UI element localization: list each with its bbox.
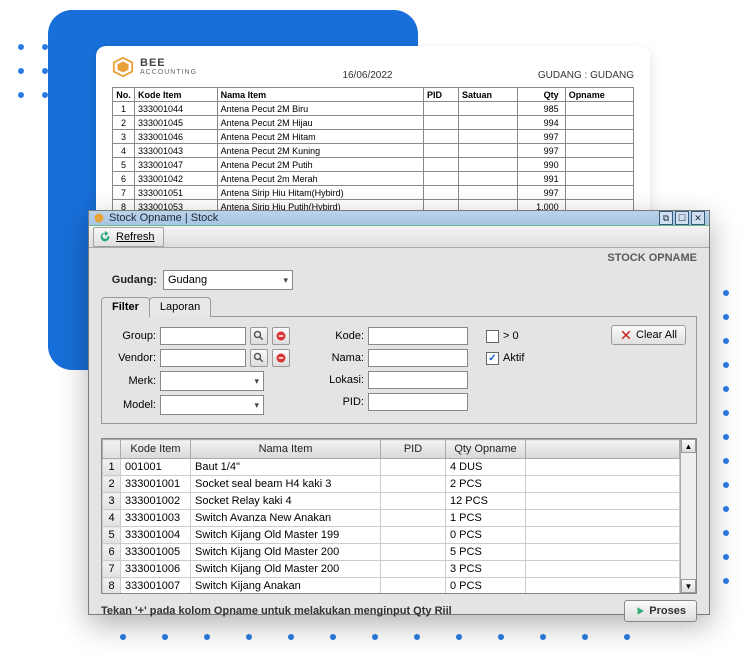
grid-row[interactable]: 3333001002Socket Relay kaki 412 PCS: [103, 493, 680, 510]
vendor-lookup-button[interactable]: [250, 349, 268, 367]
report-gudang-label: GUDANG : GUDANG: [538, 70, 634, 81]
model-label: Model:: [112, 399, 156, 411]
search-icon: [253, 330, 265, 342]
aktif-label: Aktif: [503, 352, 524, 364]
vendor-input[interactable]: [160, 349, 246, 367]
clear-all-button[interactable]: Clear All: [611, 325, 686, 345]
pid-input[interactable]: [368, 393, 468, 411]
refresh-icon: [98, 230, 112, 244]
report-col-header: Satuan: [458, 88, 517, 102]
report-table: No.Kode ItemNama ItemPIDSatuanQtyOpname …: [112, 87, 634, 214]
grid-col-header[interactable]: PID: [381, 440, 446, 459]
close-button[interactable]: ✕: [691, 211, 705, 225]
gudang-label: Gudang:: [101, 274, 157, 286]
report-col-header: Nama Item: [217, 88, 423, 102]
logo: BEE ACCOUNTING: [112, 56, 197, 78]
tab-laporan[interactable]: Laporan: [149, 297, 211, 317]
pid-label: PID:: [320, 396, 364, 408]
grid-col-header[interactable]: Qty Opname: [446, 440, 526, 459]
proses-button[interactable]: Proses: [624, 600, 697, 622]
refresh-label: Refresh: [116, 231, 155, 243]
toolbar: Refresh: [89, 226, 709, 248]
model-combo[interactable]: [160, 395, 264, 415]
maximize-button[interactable]: ☐: [675, 211, 689, 225]
gudang-combo[interactable]: Gudang: [163, 270, 293, 290]
grid-row[interactable]: 8333001007Switch Kijang Anakan0 PCS: [103, 578, 680, 594]
report-row: 5333001047Antena Pecut 2M Putih990: [113, 158, 634, 172]
clear-icon: [275, 330, 287, 342]
grid-col-filler: [526, 440, 680, 459]
vendor-clear-button[interactable]: [272, 349, 290, 367]
grid-row[interactable]: 7333001006Switch Kijang Old Master 2003 …: [103, 561, 680, 578]
group-lookup-button[interactable]: [250, 327, 268, 345]
report-col-header: PID: [424, 88, 459, 102]
grid-row[interactable]: 2333001001Socket seal beam H4 kaki 32 PC…: [103, 476, 680, 493]
gudang-value: Gudang: [168, 274, 207, 286]
tabs: Filter Laporan: [101, 296, 697, 317]
grid-row[interactable]: 6333001005Switch Kijang Old Master 2005 …: [103, 544, 680, 561]
merk-label: Merk:: [112, 375, 156, 387]
gt0-label: > 0: [503, 330, 519, 342]
tab-filter[interactable]: Filter: [101, 297, 150, 317]
nama-input[interactable]: [368, 349, 468, 367]
report-row: 3333001046Antena Pecut 2M Hitam997: [113, 130, 634, 144]
scroll-down-button[interactable]: ▼: [681, 579, 696, 593]
aktif-checkbox[interactable]: [486, 352, 499, 365]
logo-brand: BEE: [140, 58, 197, 69]
report-sheet: BEE ACCOUNTING 16/06/2022 GUDANG : GUDAN…: [96, 46, 650, 222]
lokasi-label: Lokasi:: [320, 374, 364, 386]
kode-label: Kode:: [320, 330, 364, 342]
report-row: 2333001045Antena Pecut 2M Hijau994: [113, 116, 634, 130]
lokasi-input[interactable]: [368, 371, 468, 389]
grid-corner: [103, 440, 121, 459]
play-icon: [635, 606, 645, 616]
footer-hint: Tekan '+' pada kolom Opname untuk melaku…: [101, 605, 452, 617]
titlebar[interactable]: Stock Opname | Stock ⧉ ☐ ✕: [89, 211, 709, 226]
scroll-up-button[interactable]: ▲: [681, 439, 696, 453]
clear-icon: [275, 352, 287, 364]
refresh-button[interactable]: Refresh: [93, 227, 164, 247]
search-icon: [253, 352, 265, 364]
grid-row[interactable]: 4333001003Switch Avanza New Anakan1 PCS: [103, 510, 680, 527]
stock-opname-window: Stock Opname | Stock ⧉ ☐ ✕ Refresh STOCK…: [88, 210, 710, 615]
proses-label: Proses: [649, 605, 686, 617]
report-col-header: Opname: [565, 88, 633, 102]
decor-dots: [120, 634, 630, 640]
group-input[interactable]: [160, 327, 246, 345]
scroll-track[interactable]: [681, 453, 696, 579]
group-label: Group:: [112, 330, 156, 342]
x-icon: [620, 329, 632, 341]
vendor-label: Vendor:: [112, 352, 156, 364]
scrollbar[interactable]: ▲ ▼: [680, 439, 696, 593]
report-row: 6333001042Antena Pecut 2m Merah991: [113, 172, 634, 186]
report-col-header: Kode Item: [135, 88, 218, 102]
report-row: 1333001044Antena Pecut 2M Biru985: [113, 102, 634, 116]
report-row: 4333001043Antena Pecut 2M Kuning997: [113, 144, 634, 158]
section-heading: STOCK OPNAME: [89, 248, 709, 266]
grid-col-header[interactable]: Nama Item: [191, 440, 381, 459]
group-clear-button[interactable]: [272, 327, 290, 345]
detach-button[interactable]: ⧉: [659, 211, 673, 225]
logo-sub: ACCOUNTING: [140, 69, 197, 76]
report-col-header: No.: [113, 88, 135, 102]
gt0-checkbox[interactable]: [486, 330, 499, 343]
nama-label: Nama:: [320, 352, 364, 364]
clear-all-label: Clear All: [636, 329, 677, 341]
app-icon: [93, 212, 105, 224]
report-date: 16/06/2022: [197, 70, 538, 81]
grid-row[interactable]: 5333001004Switch Kijang Old Master 1990 …: [103, 527, 680, 544]
grid: Kode ItemNama ItemPIDQty Opname 1001001B…: [101, 438, 697, 594]
kode-input[interactable]: [368, 327, 468, 345]
grid-row[interactable]: 1001001Baut 1/4"4 DUS: [103, 459, 680, 476]
bee-logo-icon: [112, 56, 134, 78]
window-title: Stock Opname | Stock: [109, 212, 657, 224]
report-col-header: Qty: [517, 88, 565, 102]
report-row: 7333001051Antena Sirip Hiu Hitam(Hybird)…: [113, 186, 634, 200]
grid-col-header[interactable]: Kode Item: [121, 440, 191, 459]
merk-combo[interactable]: [160, 371, 264, 391]
filter-pane: Group: Vendor: Merk: Model:: [101, 317, 697, 424]
